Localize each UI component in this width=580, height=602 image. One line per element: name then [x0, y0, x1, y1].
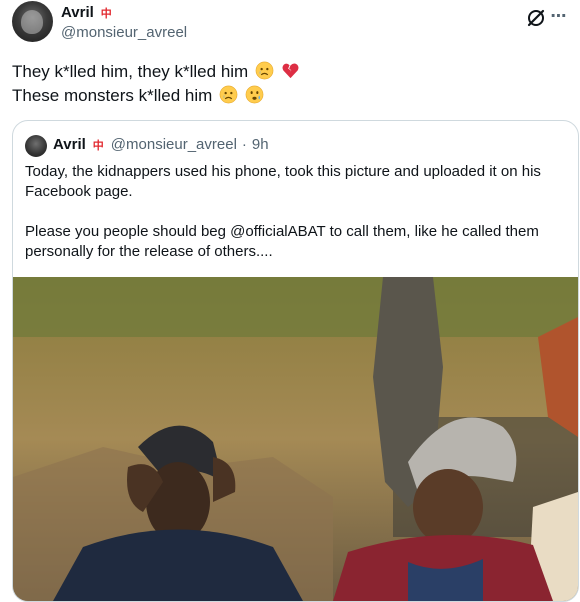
grok-icon[interactable] — [526, 8, 546, 28]
broken-heart-emoji — [282, 63, 299, 79]
author-name[interactable]: Avril — [61, 4, 94, 21]
quoted-avatar — [25, 135, 47, 157]
quoted-paragraph-2: Please you people should beg @officialAB… — [25, 223, 539, 260]
quoted-paragraph-1: Today, the kidnappers used his phone, to… — [25, 163, 541, 200]
quoted-separator: · — [241, 136, 247, 153]
quoted-author-handle: @monsieur_avreel — [110, 136, 237, 153]
worried-face-emoji — [245, 85, 264, 104]
quoted-header: Avril 中 @monsieur_avreel · 9h — [53, 136, 269, 153]
author-handle[interactable]: @monsieur_avreel — [61, 24, 187, 41]
quoted-text: Today, the kidnappers used his phone, to… — [25, 162, 570, 262]
crying-face-emoji — [219, 85, 238, 104]
tweet-line-2: These monsters k*lled him — [12, 84, 300, 108]
quoted-photo[interactable] — [13, 277, 578, 601]
crying-face-emoji — [255, 61, 274, 80]
flag-badge-icon: 中 — [100, 6, 112, 20]
author-row: Avril 中 — [61, 4, 114, 21]
quoted-flag-badge-icon: 中 — [92, 138, 104, 152]
avatar[interactable] — [12, 1, 53, 42]
more-icon[interactable]: ⋯ — [548, 6, 570, 28]
tweet-line-1: They k*lled him, they k*lled him — [12, 60, 300, 84]
quoted-tweet[interactable]: Avril 中 @monsieur_avreel · 9h Today, the… — [12, 120, 579, 602]
tweet-line-2-text: These monsters k*lled him — [12, 86, 213, 105]
tweet-line-1-text: They k*lled him, they k*lled him — [12, 62, 249, 81]
quoted-author-name: Avril — [53, 136, 86, 153]
quoted-timestamp[interactable]: 9h — [252, 136, 269, 153]
tweet-text: They k*lled him, they k*lled him These m… — [12, 60, 300, 108]
